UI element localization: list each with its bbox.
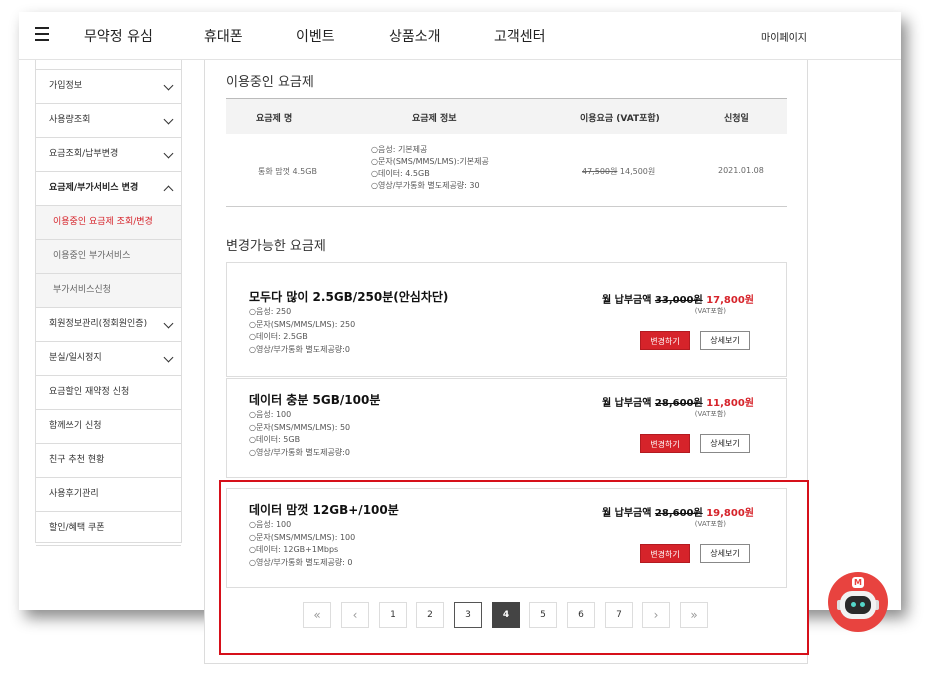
robot-eye-icon <box>851 602 856 607</box>
detail-button[interactable]: 상세보기 <box>700 434 750 453</box>
plan-name: 데이터 충분 5GB/100분 <box>249 393 381 407</box>
price-label: 월 납부금액 <box>601 398 652 409</box>
sidebar-item-member-info[interactable]: 회원정보관리(정회원인증) <box>36 308 181 342</box>
robot-eye-icon <box>860 602 865 607</box>
header-plan-fee: 이용요금 (VAT포함) <box>580 114 660 124</box>
table-header: 요금제 명 요금제 정보 이용요금 (VAT포함) 신청일 <box>226 98 787 134</box>
mypage-link[interactable]: 마이페이지 <box>761 29 807 44</box>
chatbot-robot-icon[interactable]: M <box>828 572 888 632</box>
price-label: 월 납부금액 <box>601 295 652 306</box>
plan-name: 모두다 많이 2.5GB/250분(안심차단) <box>249 290 449 304</box>
chevron-down-icon <box>163 318 174 329</box>
monthly-price: 월 납부금액 28,600원 11,800원 <box>602 394 754 409</box>
info-line: ○문자(SMS/MMS/LMS):기본제공 <box>371 157 489 166</box>
vat-note: (VAT포함) <box>694 410 726 418</box>
old-price: 33,000원 <box>654 295 703 306</box>
feature-line: ○문자(SMS/MMS/LMS): 50 <box>249 422 351 432</box>
feature-line: ○데이터: 2.5GB <box>249 332 308 341</box>
info-line: ○영상/부가통화 별도제공량: 30 <box>371 181 480 190</box>
new-price: 14,500원 <box>619 167 656 176</box>
sidebar-item-label: 회원정보관리(정회원인증) <box>49 319 148 329</box>
chevron-down-icon <box>163 352 174 363</box>
available-plans-title: 변경가능한 요금제 <box>226 239 326 254</box>
old-price: 47,500원 <box>582 167 618 176</box>
header-apply-date: 신청일 <box>724 114 749 124</box>
nav-products[interactable]: 상품소개 <box>389 26 441 46</box>
change-plan-button[interactable]: 변경하기 <box>640 434 690 453</box>
table-row: 통화 맘껏 4.5GB ○음성: 기본제공 ○문자(SMS/MMS/LMS):기… <box>226 134 787 207</box>
nav-phone[interactable]: 휴대폰 <box>204 26 243 46</box>
sidebar-top-divider <box>36 60 181 70</box>
chevron-down-icon <box>163 80 174 91</box>
monthly-price: 월 납부금액 33,000원 17,800원 <box>602 291 754 306</box>
current-plan-name: 통화 맘껏 4.5GB <box>258 167 317 176</box>
feature-line: ○음성: 250 <box>249 307 292 316</box>
header-plan-name: 요금제 명 <box>256 114 293 124</box>
header-plan-info: 요금제 정보 <box>412 114 457 124</box>
current-plan-fee: 47,500원 14,500원 <box>582 166 655 177</box>
sidebar-item-label: 요금조회/납부변경 <box>49 149 119 159</box>
feature-line: ○문자(SMS/MMS/LMS): 250 <box>249 319 356 329</box>
plan-card: 데이터 충분 5GB/100분 ○음성: 100 ○문자(SMS/MMS/LMS… <box>226 378 787 478</box>
sidebar-item-referral[interactable]: 친구 추천 현황 <box>36 444 181 478</box>
sidebar-item-lost-suspend[interactable]: 분실/일시정지 <box>36 342 181 376</box>
top-navigation: 무약정 유심 휴대폰 이벤트 상품소개 고객센터 마이페이지 <box>19 12 901 60</box>
sidebar-item-subscription[interactable]: 가입정보 <box>36 70 181 104</box>
nav-event[interactable]: 이벤트 <box>296 26 335 46</box>
sidebar-item-label: 분실/일시정지 <box>49 353 102 363</box>
current-plan-date: 2021.01.08 <box>718 166 764 175</box>
info-line: ○음성: 기본제공 <box>371 145 428 154</box>
new-price: 17,800원 <box>706 295 754 306</box>
sidebar-item-reviews[interactable]: 사용후기관리 <box>36 478 181 512</box>
chatbot-badge: M <box>852 577 864 588</box>
hamburger-menu-icon[interactable] <box>35 27 49 41</box>
feature-line: ○영상/부가통화 별도제공량:0 <box>249 344 350 354</box>
sidebar-item-recontract[interactable]: 요금할인 재약정 신청 <box>36 376 181 410</box>
current-plan-info: ○음성: 기본제공 ○문자(SMS/MMS/LMS):기본제공 ○데이터: 4.… <box>371 144 489 192</box>
nav-usim[interactable]: 무약정 유심 <box>84 26 153 46</box>
plan-card: 모두다 많이 2.5GB/250분(안심차단) ○음성: 250 ○문자(SMS… <box>226 262 787 377</box>
change-plan-button[interactable]: 변경하기 <box>640 331 690 350</box>
new-price: 11,800원 <box>706 398 754 409</box>
sidebar-item-label: 가입정보 <box>49 81 83 91</box>
current-plan-title: 이용중인 요금제 <box>226 75 314 90</box>
sidebar-item-share[interactable]: 함께쓰기 신청 <box>36 410 181 444</box>
current-plan-table: 요금제 명 요금제 정보 이용요금 (VAT포함) 신청일 통화 맘껏 4.5G… <box>226 98 787 207</box>
feature-line: ○데이터: 5GB <box>249 435 301 444</box>
sidebar-subitem-current-plan[interactable]: 이용중인 요금제 조회/변경 <box>36 206 181 240</box>
info-line: ○데이터: 4.5GB <box>371 169 430 178</box>
sidebar-subitem-current-addons[interactable]: 이용중인 부가서비스 <box>36 240 181 274</box>
sidebar-item-plan-change[interactable]: 요금제/부가서비스 변경 <box>36 172 181 206</box>
plan-features: ○음성: 250 ○문자(SMS/MMS/LMS): 250 ○데이터: 2.5… <box>249 306 355 356</box>
feature-line: ○음성: 100 <box>249 410 292 419</box>
old-price: 28,600원 <box>654 398 703 409</box>
sidebar-subitem-addon-apply[interactable]: 부가서비스신청 <box>36 274 181 308</box>
sidebar-item-label: 요금제/부가서비스 변경 <box>49 183 139 193</box>
chevron-down-icon <box>163 148 174 159</box>
sidebar-item-usage[interactable]: 사용량조회 <box>36 104 181 138</box>
nav-support[interactable]: 고객센터 <box>494 26 546 46</box>
detail-button[interactable]: 상세보기 <box>700 331 750 350</box>
sidebar-item-billing[interactable]: 요금조회/납부변경 <box>36 138 181 172</box>
sidebar-item-coupons[interactable]: 할인/혜택 쿠폰 <box>36 512 181 546</box>
vat-note: (VAT포함) <box>694 307 726 315</box>
highlight-box <box>219 480 809 655</box>
robot-face-icon <box>845 596 871 614</box>
sidebar-item-label: 사용량조회 <box>49 115 91 125</box>
feature-line: ○영상/부가통화 별도제공량:0 <box>249 447 350 457</box>
sidebar: 가입정보 사용량조회 요금조회/납부변경 요금제/부가서비스 변경 이용중인 요… <box>35 60 182 546</box>
plan-features: ○음성: 100 ○문자(SMS/MMS/LMS): 50 ○데이터: 5GB … <box>249 409 350 459</box>
chevron-down-icon <box>163 114 174 125</box>
chevron-up-icon <box>163 185 174 196</box>
